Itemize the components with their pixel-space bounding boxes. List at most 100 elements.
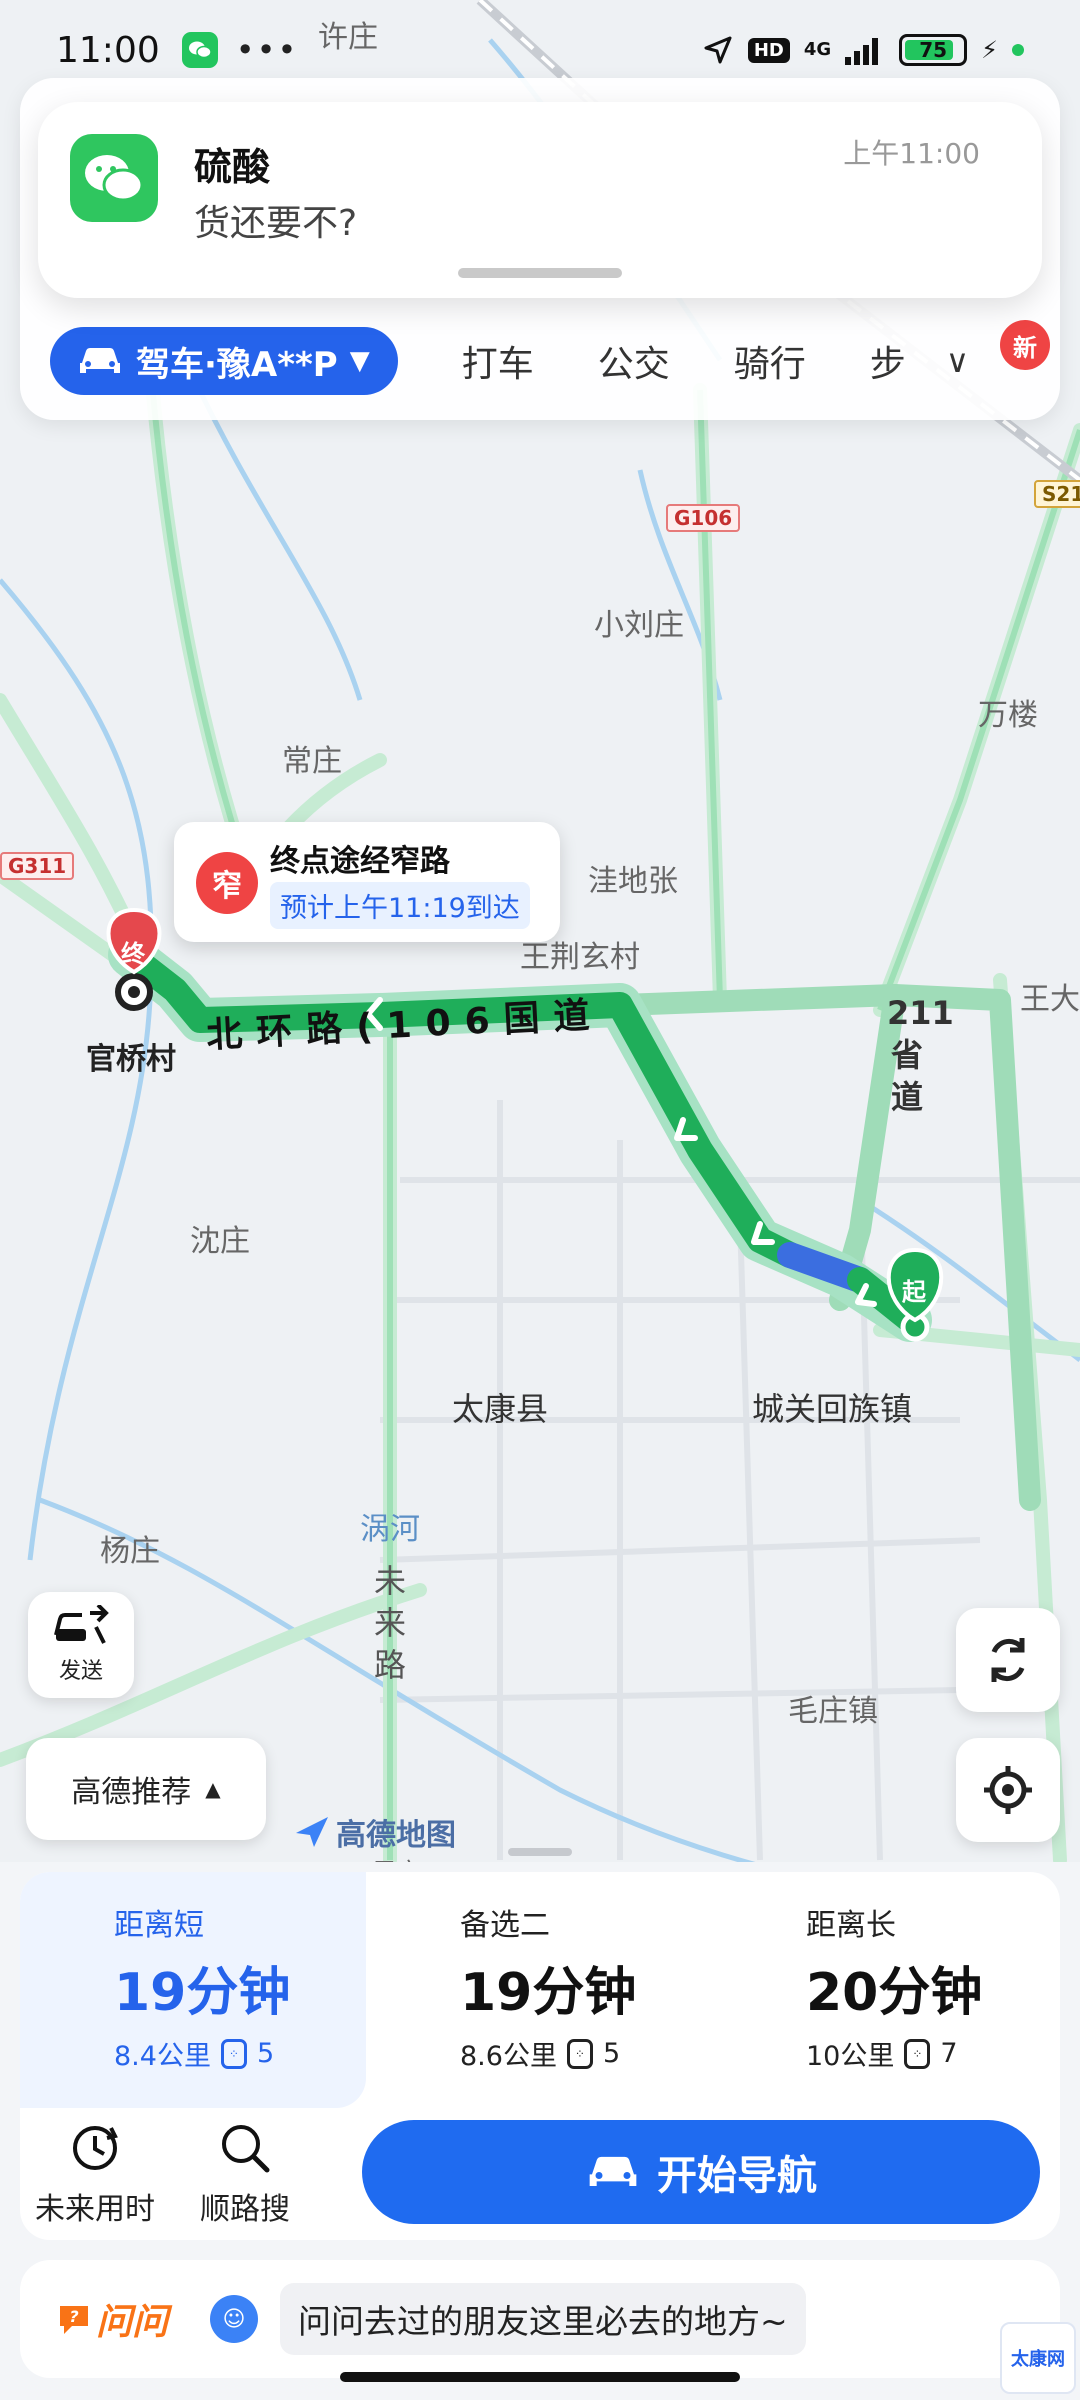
map-label-shenzhuang: 沈庄 [190,1224,250,1259]
traffic-light-icon: ⁘ [566,2038,593,2069]
sheet-grabber[interactable] [508,1848,572,1856]
start-marker-label: 起 [902,1278,926,1306]
map-label-wangda: 王大 [1020,982,1080,1017]
future-time-label: 未来用时 [35,2192,155,2227]
traffic-light-icon: ⁘ [220,2038,247,2069]
status-time: 11:00 [56,29,160,71]
end-marker-label: 终 [121,940,145,968]
notification-handle[interactable] [458,268,622,278]
site-watermark: 太康网 [1000,2322,1076,2394]
amap-logo: 高德地图 [294,1810,456,1854]
notification-message: 货还要不? [194,203,358,244]
route-meta: 8.6公里 ⁘ 5 [460,2034,620,2073]
shield-s213: S213 [1034,480,1080,508]
map-label-wanlou: 万楼 [978,698,1038,733]
car-icon [80,348,120,373]
route-preference-dropdown[interactable]: 高德推荐 ▲ [26,1738,266,1840]
map-label-maozhuang: 毛庄镇 [788,1694,878,1729]
caret-up-icon: ▲ [205,1777,221,1801]
start-navigation-label: 开始导航 [657,2153,817,2199]
route-sheet: 距离短 19分钟 8.4公里 ⁘ 5 备选二 19分钟 8.6公里 ⁘ 5 距离… [0,1848,1080,2400]
locate-button[interactable] [956,1738,1060,1842]
privacy-dot [1012,44,1024,56]
new-badge: 新 [1000,320,1050,370]
amap-logo-icon [296,1817,328,1847]
map-label-taikang: 太康县 [452,1390,549,1428]
ask-prompt[interactable]: 问问去过的朋友这里必去的地方~ [280,2283,806,2355]
narrow-road-callout[interactable]: 窄 终点途经窄路 预计上午11:19到达 [174,822,560,942]
route-option-1[interactable]: 距离短 19分钟 8.4公里 ⁘ 5 [20,1872,366,2108]
traffic-light-icon: ⁘ [904,2038,931,2069]
tab-bus[interactable]: 公交 [598,335,670,387]
recommend-label: 高德推荐 [71,1775,192,1810]
tab-taxi[interactable]: 打车 [462,335,534,387]
route-name: 距离长 [806,1908,896,1943]
drive-tab-label: 驾车·豫A**P [136,344,338,385]
route-lights: 7 [940,2038,958,2069]
home-indicator[interactable] [340,2372,740,2382]
car-icon [589,2156,637,2186]
route-lights: 5 [602,2038,621,2069]
travel-mode-tabs: 驾车·豫A**P ▼ 打车 公交 骑行 步 ∨ [50,326,1040,396]
refresh-route-button[interactable] [956,1608,1060,1712]
route-distance: 10公里 [806,2041,895,2072]
hd-badge: HD [747,37,790,63]
chevron-down-icon: ▼ [349,346,370,376]
wechat-status-icon [181,32,218,68]
route-time: 19分钟 [460,1963,637,2023]
narrow-badge: 窄 [196,852,258,914]
battery-icon: 75 [899,34,968,66]
tab-walk[interactable]: 步 [870,335,906,387]
tab-drive[interactable]: 驾车·豫A**P ▼ [50,327,398,395]
ask-bubble-icon: ? [60,2306,88,2334]
send-label: 发送 [58,1659,103,1684]
route-time: 20分钟 [806,1963,983,2023]
notification-time: 上午11:00 [843,137,980,170]
destination-name: 官桥村 [86,1042,176,1077]
send-to-car-button[interactable]: 发送 [28,1592,134,1698]
map-label-xiaoliuzhuang: 小刘庄 [594,608,684,643]
route-meta: 8.4公里 ⁘ 5 [114,2034,274,2073]
wechat-app-icon [70,134,158,222]
status-bar: 11:00 ••• HD 4G 75 ⚡ [0,0,1080,100]
svg-text:?: ? [69,2307,78,2326]
route-name: 备选二 [460,1908,550,1943]
map-label-guohe: 涡河 [360,1512,420,1547]
more-status-icon: ••• [235,31,299,69]
wechat-notification[interactable]: 硫酸 货还要不? 上午11:00 [38,102,1042,298]
map-label-wadizhang: 洼地张 [588,864,678,899]
search-icon [222,2125,270,2173]
map-label-chengguan: 城关回族镇 [752,1390,913,1428]
watermark-text: 太康网 [1011,2349,1065,2370]
ask-logo: ? 问问 [56,2293,168,2345]
along-route-label: 顺路搜 [200,2192,290,2227]
route-options: 距离短 19分钟 8.4公里 ⁘ 5 备选二 19分钟 8.6公里 ⁘ 5 距离… [20,1872,1060,2240]
road-label-211: 211省道 [887,994,954,1116]
signal-icon [845,38,879,65]
route-distance: 8.4公里 [114,2041,211,2072]
shield-g106: G106 [666,504,741,532]
more-modes-chevron-icon[interactable]: ∨ [946,342,969,380]
route-name: 距离短 [114,1908,204,1943]
route-option-3[interactable]: 距离长 20分钟 10公里 ⁘ 7 [712,1872,1058,2108]
refresh-icon [991,1638,1025,1682]
ask-bar[interactable]: ? 问问 ☺ 问问去过的朋友这里必去的地方~ [20,2260,1060,2378]
start-navigation-button[interactable]: 开始导航 [362,2120,1040,2224]
route-time: 19分钟 [114,1963,291,2023]
amap-logo-text: 高德地图 [336,1818,456,1853]
future-time-button[interactable]: 未来用时 [20,2108,170,2240]
tab-bike[interactable]: 骑行 [734,335,806,387]
road-label-weilai: 未来路 [373,1562,406,1684]
route-distance: 8.6公里 [460,2041,557,2072]
charging-icon: ⚡ [981,36,998,64]
route-meta: 10公里 ⁘ 7 [806,2034,958,2073]
callout-title: 终点途经窄路 [270,844,450,879]
along-route-search-button[interactable]: 顺路搜 [170,2108,320,2240]
shield-g311: G311 [0,852,75,880]
route-option-2[interactable]: 备选二 19分钟 8.6公里 ⁘ 5 [366,1872,712,2108]
assistant-avatar: ☺ [210,2295,259,2343]
map-label-changzhuang: 常庄 [282,744,342,779]
ask-logo-text: 问问 [96,2302,169,2343]
locate-icon [984,1766,1032,1814]
notification-title: 硫酸 [194,145,271,189]
